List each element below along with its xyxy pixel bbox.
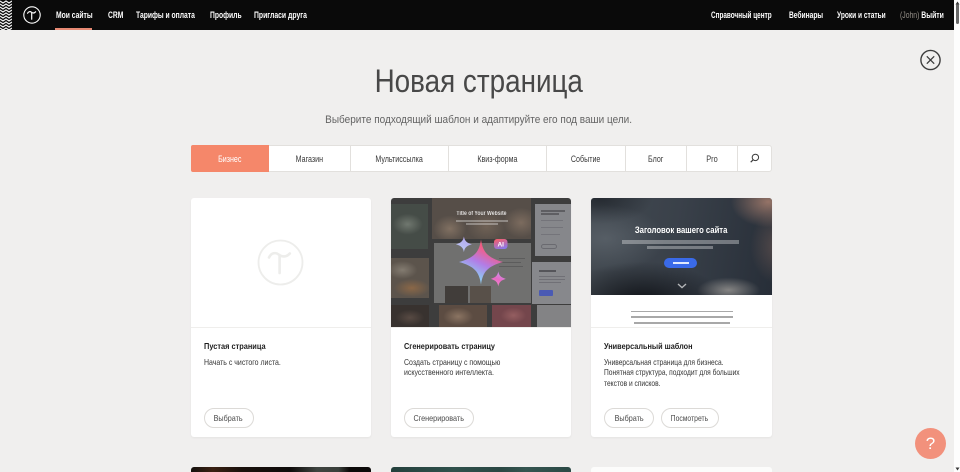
svg-text:AI: AI <box>497 241 504 248</box>
